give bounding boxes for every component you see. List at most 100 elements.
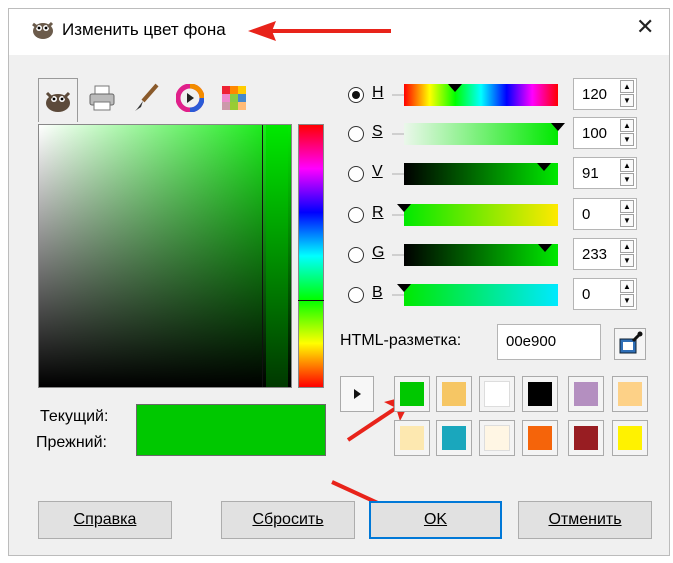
- slider-lead-b: [392, 294, 404, 296]
- html-notation-label: HTML-разметка:: [340, 332, 462, 349]
- gimp-icon: [45, 91, 71, 112]
- spin-down-icon[interactable]: ▼: [620, 254, 634, 267]
- spinbox-v[interactable]: 91 ▲ ▼: [573, 157, 637, 189]
- slider-marker-b[interactable]: [397, 284, 411, 292]
- value-strip[interactable]: [266, 125, 288, 387]
- palette-color-fill: [442, 426, 466, 450]
- slider-b[interactable]: [392, 284, 560, 306]
- close-button[interactable]: ✕: [636, 14, 654, 40]
- palette-color-fill: [400, 426, 424, 450]
- spinbox-buttons-s: ▲ ▼: [620, 119, 634, 147]
- palette-color-swatch[interactable]: [479, 376, 515, 412]
- palette-expand-button[interactable]: [340, 376, 374, 412]
- help-button[interactable]: Справка: [38, 501, 172, 539]
- palette-color-swatch[interactable]: [479, 420, 515, 456]
- palette-color-swatch[interactable]: [436, 420, 472, 456]
- tab-printer[interactable]: [82, 78, 122, 118]
- palette-color-swatch[interactable]: [436, 376, 472, 412]
- spin-down-icon[interactable]: ▼: [620, 214, 634, 227]
- spinbox-value-v[interactable]: 91: [582, 165, 599, 182]
- palette-color-fill: [484, 381, 510, 407]
- html-notation-input[interactable]: 00e900: [497, 324, 601, 360]
- spin-down-icon[interactable]: ▼: [620, 294, 634, 307]
- slider-marker-g[interactable]: [537, 244, 552, 252]
- palette-color-fill: [528, 426, 552, 450]
- ok-button[interactable]: OK: [369, 501, 502, 539]
- channel-label-s: S: [372, 123, 383, 140]
- palette-color-fill: [484, 425, 510, 451]
- spin-up-icon[interactable]: ▲: [620, 240, 634, 253]
- palette-color-swatch[interactable]: [568, 420, 604, 456]
- radio-s[interactable]: [348, 126, 364, 142]
- spin-up-icon[interactable]: ▲: [620, 119, 634, 132]
- slider-s[interactable]: [392, 123, 565, 145]
- palette-color-swatch[interactable]: [394, 420, 430, 456]
- cancel-button[interactable]: Отменить: [518, 501, 652, 539]
- reset-button[interactable]: Сбросить: [221, 501, 355, 539]
- spinbox-buttons-g: ▲ ▼: [620, 240, 634, 268]
- spin-up-icon[interactable]: ▲: [620, 280, 634, 293]
- spin-down-icon[interactable]: ▼: [620, 133, 634, 146]
- gimp-icon: [32, 21, 54, 39]
- spin-up-icon[interactable]: ▲: [620, 200, 634, 213]
- radio-h[interactable]: [348, 87, 364, 103]
- saturation-value-area[interactable]: [38, 124, 292, 388]
- brush-icon: [135, 83, 159, 111]
- spinbox-value-r[interactable]: 0: [582, 206, 590, 223]
- palette-color-swatch[interactable]: [612, 376, 648, 412]
- tab-brush[interactable]: [126, 78, 166, 118]
- spin-up-icon[interactable]: ▲: [620, 159, 634, 172]
- slider-marker-h[interactable]: [448, 84, 463, 92]
- tab-gimp-selector[interactable]: [38, 78, 78, 122]
- slider-h[interactable]: [392, 84, 560, 106]
- eyedropper-button[interactable]: [614, 328, 646, 360]
- slider-lead-g: [392, 254, 404, 256]
- palette-color-swatch[interactable]: [568, 376, 604, 412]
- slider-lead-s: [392, 133, 404, 135]
- tab-palette[interactable]: [214, 78, 254, 118]
- radio-r[interactable]: [348, 207, 364, 223]
- slider-marker-r[interactable]: [397, 204, 411, 212]
- palette-color-swatch[interactable]: [522, 376, 558, 412]
- radio-g[interactable]: [348, 247, 364, 263]
- window-title: Изменить цвет фона: [62, 20, 226, 39]
- palette-color-fill: [618, 382, 642, 406]
- slider-g[interactable]: [392, 244, 560, 266]
- current-label: Текущий:: [40, 408, 109, 425]
- radio-v[interactable]: [348, 166, 364, 182]
- slider-v[interactable]: [392, 163, 560, 185]
- slider-marker-s[interactable]: [551, 123, 565, 131]
- slider-track-v: [404, 163, 558, 185]
- tab-color-wheel[interactable]: [170, 78, 210, 118]
- slider-track-h: [404, 84, 558, 106]
- channel-label-v: V: [372, 163, 383, 180]
- hue-marker[interactable]: [298, 300, 324, 301]
- color-wheel-icon: [176, 84, 204, 112]
- spin-down-icon[interactable]: ▼: [620, 94, 634, 107]
- spinbox-value-s[interactable]: 100: [582, 125, 607, 142]
- spinbox-r[interactable]: 0 ▲ ▼: [573, 198, 637, 230]
- printer-icon: [89, 85, 115, 111]
- slider-marker-v[interactable]: [537, 163, 552, 171]
- radio-b[interactable]: [348, 287, 364, 303]
- spin-down-icon[interactable]: ▼: [620, 173, 634, 186]
- spinbox-g[interactable]: 233 ▲ ▼: [573, 238, 637, 270]
- palette-color-swatch[interactable]: [522, 420, 558, 456]
- spinbox-s[interactable]: 100 ▲ ▼: [573, 117, 637, 149]
- spinbox-value-b[interactable]: 0: [582, 286, 590, 303]
- spinbox-h[interactable]: 120 ▲ ▼: [573, 78, 637, 110]
- slider-track-g: [404, 244, 558, 266]
- spinbox-value-h[interactable]: 120: [582, 86, 607, 103]
- hue-strip[interactable]: [298, 124, 324, 388]
- previous-label: Прежний:: [36, 434, 107, 451]
- channel-label-b: B: [372, 284, 383, 301]
- spinbox-value-g[interactable]: 233: [582, 246, 607, 263]
- palette-color-fill: [528, 382, 552, 406]
- slider-r[interactable]: [392, 204, 560, 226]
- palette-color-swatch[interactable]: [612, 420, 648, 456]
- spinbox-b[interactable]: 0 ▲ ▼: [573, 278, 637, 310]
- spin-up-icon[interactable]: ▲: [620, 80, 634, 93]
- channel-label-r: R: [372, 204, 384, 221]
- palette-color-swatch[interactable]: [394, 376, 430, 412]
- spinbox-buttons-r: ▲ ▼: [620, 200, 634, 228]
